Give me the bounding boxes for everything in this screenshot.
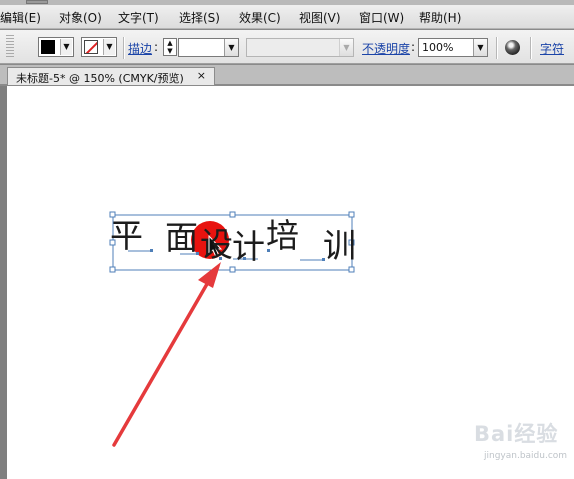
handle-top-right[interactable] xyxy=(348,211,355,218)
handle-bottom-right[interactable] xyxy=(348,266,355,273)
artwork-char[interactable]: 训 xyxy=(323,229,356,262)
artwork-char[interactable]: 面 xyxy=(165,221,198,254)
handle-top-center[interactable] xyxy=(229,211,236,218)
baidu-jingyan-watermark: Bai经验 jingyan.baidu.com xyxy=(468,418,572,466)
watermark-brand: Bai经验 xyxy=(474,422,559,446)
handle-bottom-left[interactable] xyxy=(109,266,116,273)
artwork-char[interactable]: 设 xyxy=(200,228,233,261)
annotation-arrow xyxy=(112,262,221,447)
watermark-url: jingyan.baidu.com xyxy=(484,451,568,461)
artwork-char[interactable]: 平 xyxy=(110,219,143,252)
artwork-char[interactable]: 计 xyxy=(232,230,265,263)
artwork-char[interactable]: 培 xyxy=(266,219,299,252)
handle-bottom-center[interactable] xyxy=(229,266,236,273)
